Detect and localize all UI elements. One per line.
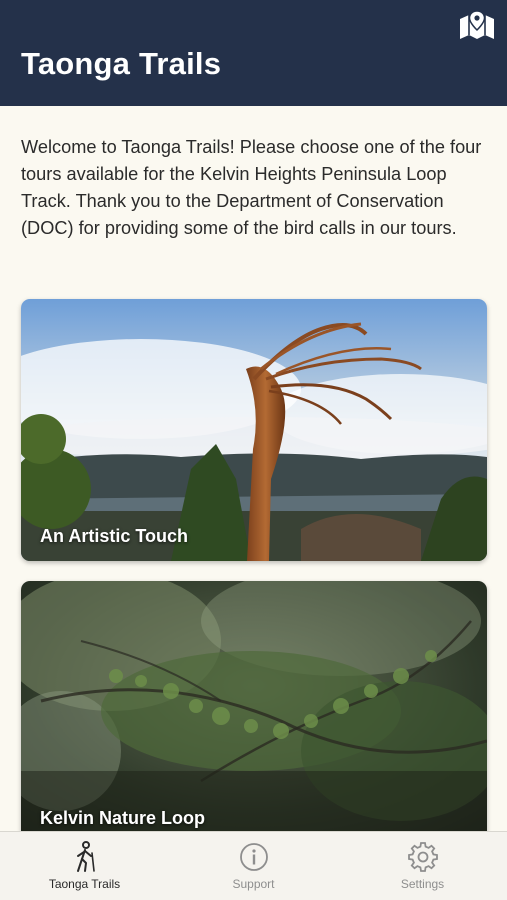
- tab-label: Support: [232, 877, 275, 891]
- app-header: Taonga Trails: [0, 0, 507, 106]
- gear-icon: [407, 841, 439, 873]
- page-title: Taonga Trails: [21, 46, 222, 81]
- map-pin-icon: [460, 10, 494, 39]
- tab-support[interactable]: Support: [169, 832, 338, 900]
- intro-text: Welcome to Taonga Trails! Please choose …: [21, 137, 482, 238]
- tour-card-kelvin-nature-loop[interactable]: Kelvin Nature Loop: [21, 581, 487, 843]
- tab-settings[interactable]: Settings: [338, 832, 507, 900]
- tab-label: Taonga Trails: [48, 877, 121, 891]
- tour-title: Kelvin Nature Loop: [40, 808, 206, 828]
- info-icon: [238, 841, 270, 873]
- tab-taonga-trails[interactable]: Taonga Trails: [0, 832, 169, 900]
- tour-image-sculpture: [21, 299, 487, 561]
- tour-image-forest: [21, 581, 487, 843]
- tab-label: Settings: [400, 877, 445, 891]
- tour-title: An Artistic Touch: [40, 526, 188, 546]
- map-button[interactable]: [459, 9, 495, 41]
- hiker-icon: [69, 841, 101, 873]
- tour-card-artistic-touch[interactable]: An Artistic Touch: [21, 299, 487, 561]
- bottom-tab-bar: Taonga Trails Support Settings: [0, 831, 507, 900]
